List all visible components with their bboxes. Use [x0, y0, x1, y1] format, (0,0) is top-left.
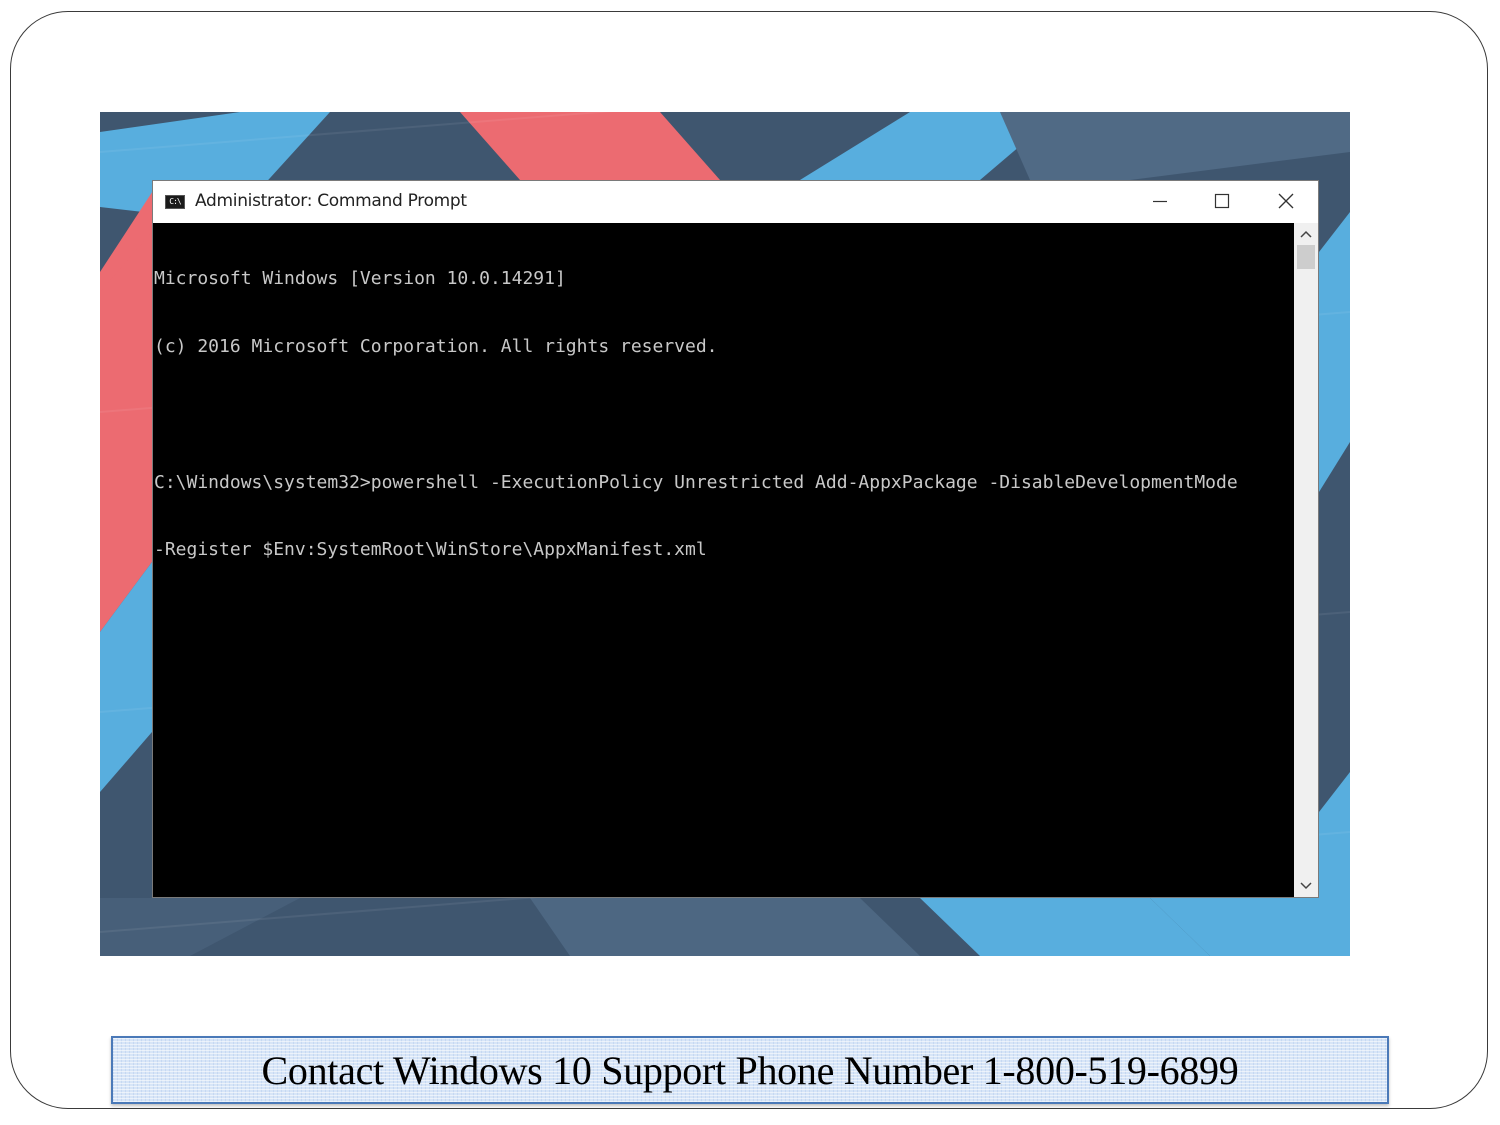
minimize-icon — [1153, 200, 1167, 203]
caption-banner: Contact Windows 10 Support Phone Number … — [111, 1036, 1389, 1104]
console-line: (c) 2016 Microsoft Corporation. All righ… — [154, 335, 718, 357]
console-line: -Register $Env:SystemRoot\WinStore\AppxM… — [154, 539, 707, 561]
command-prompt-window[interactable]: C:\ Administrator: Command Prompt Micros… — [152, 180, 1319, 898]
scroll-down-button[interactable] — [1294, 877, 1318, 895]
maximize-icon — [1214, 193, 1230, 209]
console-output[interactable]: Microsoft Windows [Version 10.0.14291] (… — [153, 223, 1294, 897]
console-line: C:\Windows\system32>powershell -Executio… — [154, 471, 1238, 493]
minimize-button[interactable] — [1133, 181, 1187, 221]
window-titlebar[interactable]: C:\ Administrator: Command Prompt — [153, 181, 1318, 223]
close-icon — [1278, 193, 1294, 209]
console-line: Microsoft Windows [Version 10.0.14291] — [154, 268, 566, 290]
vertical-scrollbar[interactable] — [1294, 223, 1318, 897]
screenshot-image: C:\ Administrator: Command Prompt Micros… — [100, 112, 1350, 956]
close-button[interactable] — [1259, 181, 1313, 221]
chevron-up-icon — [1300, 230, 1312, 238]
caption-text: Contact Windows 10 Support Phone Number … — [261, 1047, 1239, 1093]
scroll-thumb[interactable] — [1297, 245, 1315, 269]
window-title: Administrator: Command Prompt — [195, 191, 467, 211]
chevron-down-icon — [1300, 882, 1312, 890]
maximize-button[interactable] — [1195, 181, 1249, 221]
scroll-up-button[interactable] — [1294, 225, 1318, 243]
cmd-icon: C:\ — [165, 195, 185, 209]
